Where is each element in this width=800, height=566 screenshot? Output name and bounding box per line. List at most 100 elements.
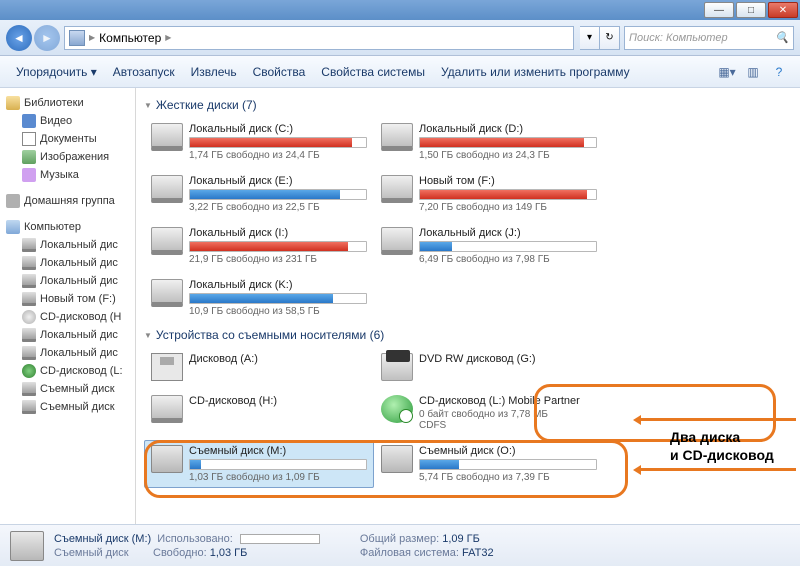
documents-icon <box>22 132 36 146</box>
drive-label: Локальный диск (I:) <box>189 227 367 239</box>
sidebar-drive-item[interactable]: Локальный дис <box>4 272 131 290</box>
eject-button[interactable]: Извлечь <box>183 61 245 83</box>
breadcrumb-sep-icon: ▶ <box>165 33 171 42</box>
usb-drive-icon <box>151 445 183 473</box>
hard-disk-icon <box>151 279 183 307</box>
breadcrumb-computer[interactable]: Компьютер <box>99 31 161 45</box>
usb-drive-icon <box>381 445 413 473</box>
sidebar-video[interactable]: Видео <box>4 112 131 130</box>
filesystem-text: CDFS <box>419 420 597 431</box>
drive-label: Локальный диск (D:) <box>419 123 597 135</box>
removable-item[interactable]: Съемный диск (O:) 5,74 ГБ свободно из 7,3… <box>374 440 604 488</box>
sidebar-drive-item[interactable]: Съемный диск <box>4 398 131 416</box>
drive-label: Локальный диск (J:) <box>419 227 597 239</box>
forward-button[interactable]: ► <box>34 25 60 51</box>
autorun-button[interactable]: Автозапуск <box>105 61 183 83</box>
organize-menu[interactable]: Упорядочить ▾ <box>8 61 105 83</box>
video-icon <box>22 114 36 128</box>
search-input[interactable]: Поиск: Компьютер 🔍 <box>624 26 794 50</box>
drive-icon <box>22 292 36 306</box>
help-icon[interactable]: ? <box>768 61 790 83</box>
drive-label: Съемный диск (O:) <box>419 445 597 457</box>
drive-label: Локальный диск (C:) <box>189 123 367 135</box>
dvd-drive-icon <box>381 353 413 381</box>
sidebar-homegroup[interactable]: Домашняя группа <box>4 192 131 210</box>
drive-label: CD-дисковод (L:) Mobile Partner <box>419 395 597 407</box>
removable-item[interactable]: CD-дисковод (L:) Mobile Partner0 байт св… <box>374 390 604 436</box>
sidebar-drive-item[interactable]: Локальный дис <box>4 254 131 272</box>
annotation-arrow-icon <box>636 468 796 471</box>
sidebar-drive-item[interactable]: CD-дисковод (L: <box>4 362 131 380</box>
removable-item[interactable]: Дисковод (A:) <box>144 348 374 386</box>
removable-item[interactable]: Съемный диск (M:)1,03 ГБ свободно из 1,0… <box>144 440 374 488</box>
drive-label: DVD RW дисковод (G:) <box>419 353 597 365</box>
window-titlebar: — □ ✕ <box>0 0 800 20</box>
capacity-bar <box>189 137 367 148</box>
cd-drive-icon <box>151 395 183 423</box>
sidebar-libraries[interactable]: Библиотеки <box>4 94 131 112</box>
hard-disk-icon <box>381 175 413 203</box>
free-space-text: 1,50 ГБ свободно из 24,3 ГБ <box>419 150 597 161</box>
hard-disk-icon <box>151 175 183 203</box>
drive-icon <box>22 346 36 360</box>
maximize-button[interactable]: □ <box>736 2 766 18</box>
hard-disk-item[interactable]: Локальный диск (K:) 10,9 ГБ свободно из … <box>144 274 374 322</box>
sidebar-drive-item[interactable]: Локальный дис <box>4 236 131 254</box>
sidebar-music[interactable]: Музыка <box>4 166 131 184</box>
status-drive-name: Съемный диск (M:) <box>54 533 151 545</box>
hard-disk-item[interactable]: Локальный диск (I:) 21,9 ГБ свободно из … <box>144 222 374 270</box>
removable-item[interactable]: CD-дисковод (H:) <box>144 390 374 436</box>
free-space-text: 7,20 ГБ свободно из 149 ГБ <box>419 202 597 213</box>
address-dropdown-button[interactable]: ▾ <box>580 26 600 50</box>
hard-disk-item[interactable]: Новый том (F:) 7,20 ГБ свободно из 149 Г… <box>374 170 604 218</box>
hard-disk-icon <box>381 227 413 255</box>
view-options-icon[interactable]: ▦▾ <box>716 61 738 83</box>
computer-icon <box>69 30 85 46</box>
sidebar-computer[interactable]: Компьютер <box>4 218 131 236</box>
minimize-button[interactable]: — <box>704 2 734 18</box>
free-space-text: 5,74 ГБ свободно из 7,39 ГБ <box>419 472 597 483</box>
breadcrumb-sep-icon: ▶ <box>89 33 95 42</box>
uninstall-program-button[interactable]: Удалить или изменить программу <box>433 61 638 83</box>
sidebar-drive-item[interactable]: Локальный дис <box>4 344 131 362</box>
sidebar-drive-item[interactable]: Локальный дис <box>4 326 131 344</box>
removable-item[interactable]: DVD RW дисковод (G:) <box>374 348 604 386</box>
capacity-bar <box>189 189 367 200</box>
preview-pane-icon[interactable]: ▥ <box>742 61 764 83</box>
section-hard-disks[interactable]: ▼Жесткие диски (7) <box>136 94 792 116</box>
sidebar-drive-item[interactable]: Съемный диск <box>4 380 131 398</box>
free-space-text: 1,74 ГБ свободно из 24,4 ГБ <box>189 150 367 161</box>
hard-disk-item[interactable]: Локальный диск (C:) 1,74 ГБ свободно из … <box>144 118 374 166</box>
free-space-text: 21,9 ГБ свободно из 231 ГБ <box>189 254 367 265</box>
chevron-down-icon: ▼ <box>144 331 152 340</box>
capacity-bar <box>419 137 597 148</box>
search-icon: 🔍 <box>775 31 789 45</box>
free-space-text: 1,03 ГБ свободно из 1,09 ГБ <box>189 472 367 483</box>
sidebar-documents[interactable]: Документы <box>4 130 131 148</box>
hard-disk-item[interactable]: Локальный диск (J:) 6,49 ГБ свободно из … <box>374 222 604 270</box>
hard-disk-item[interactable]: Локальный диск (D:) 1,50 ГБ свободно из … <box>374 118 604 166</box>
back-button[interactable]: ◄ <box>6 25 32 51</box>
cd-icon <box>22 310 36 324</box>
capacity-bar <box>189 241 367 252</box>
music-icon <box>22 168 36 182</box>
close-button[interactable]: ✕ <box>768 2 798 18</box>
hard-disk-item[interactable]: Локальный диск (E:) 3,22 ГБ свободно из … <box>144 170 374 218</box>
sidebar-pictures[interactable]: Изображения <box>4 148 131 166</box>
refresh-button[interactable]: ↻ <box>600 26 620 50</box>
sidebar-drive-item[interactable]: CD-дисковод (H <box>4 308 131 326</box>
chevron-down-icon: ▼ <box>144 101 152 110</box>
sidebar-drive-item[interactable]: Новый том (F:) <box>4 290 131 308</box>
annotation-text: Два диска и CD-дисковод <box>670 428 774 464</box>
annotation-arrow-icon <box>636 418 796 421</box>
address-bar[interactable]: ▶ Компьютер ▶ <box>64 26 574 50</box>
section-removable[interactable]: ▼Устройства со съемными носителями (6) <box>136 324 792 346</box>
free-space-text: 6,49 ГБ свободно из 7,98 ГБ <box>419 254 597 265</box>
drive-icon <box>22 238 36 252</box>
pictures-icon <box>22 150 36 164</box>
usb-icon <box>22 400 36 414</box>
hard-disk-icon <box>151 123 183 151</box>
system-properties-button[interactable]: Свойства системы <box>313 61 433 83</box>
properties-button[interactable]: Свойства <box>245 61 314 83</box>
drive-label: Локальный диск (E:) <box>189 175 367 187</box>
